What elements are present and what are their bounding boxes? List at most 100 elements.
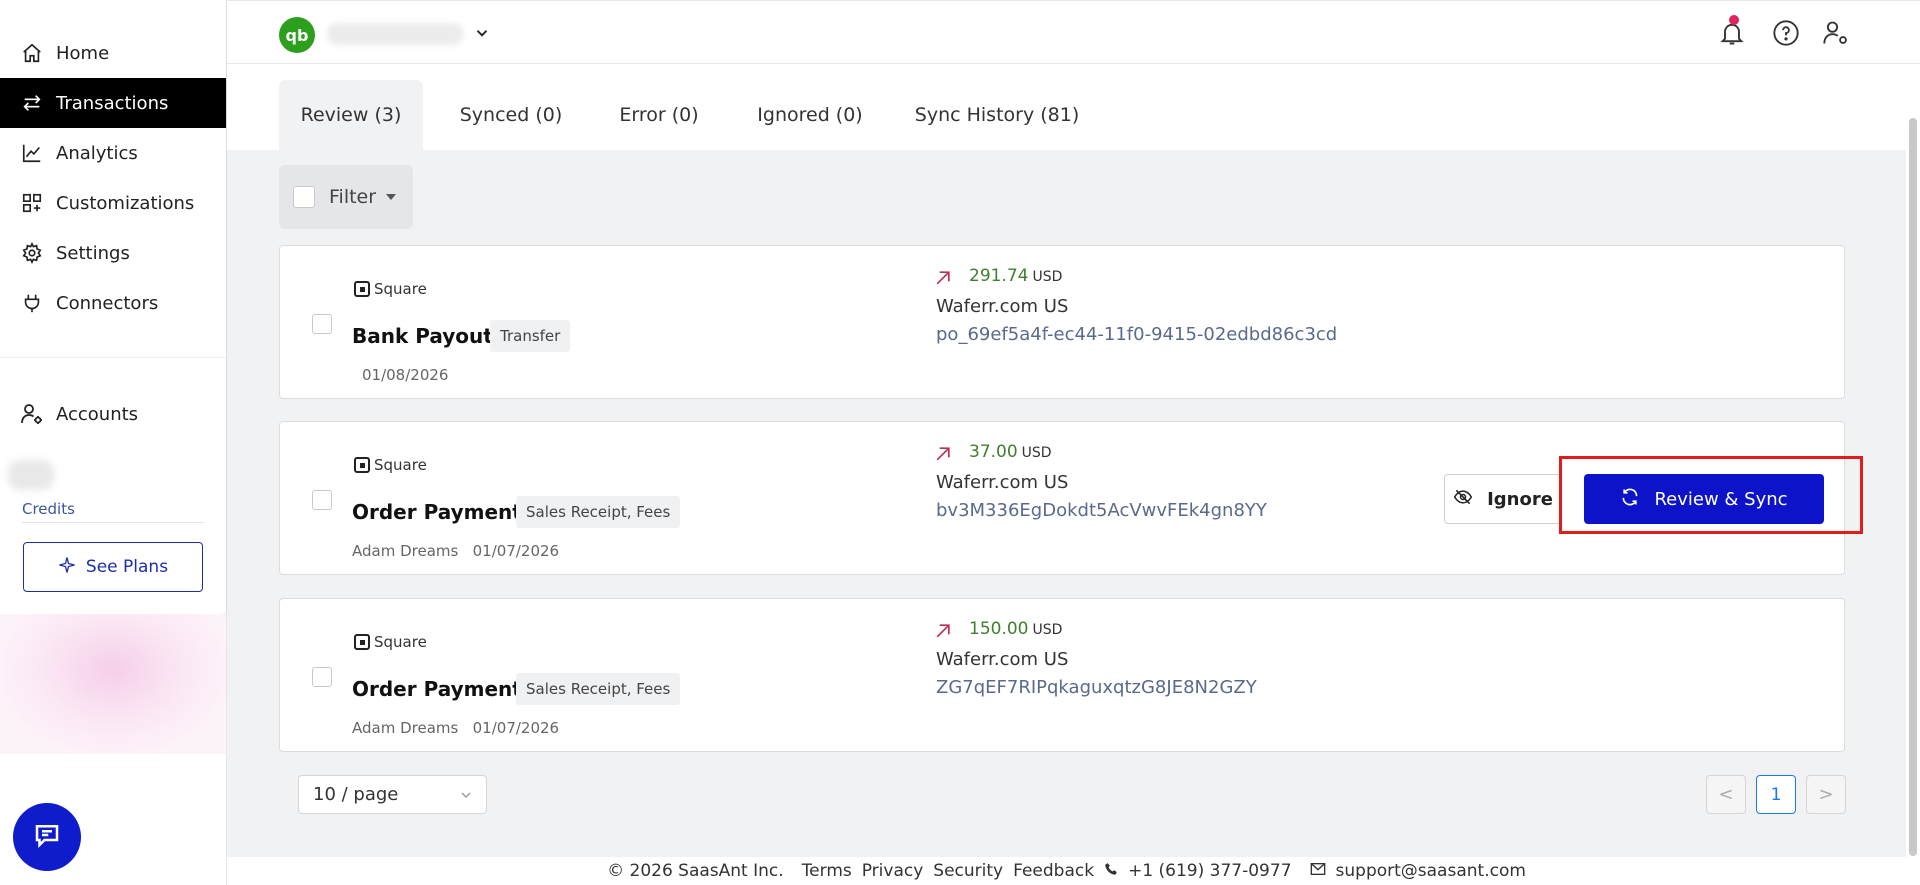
select-all-checkbox[interactable] [293,186,315,208]
transaction-tag: Sales Receipt, Fees [516,496,681,528]
phone-icon [1104,861,1118,881]
transaction-reference: bv3M336EgDokdt5AcVwvFEk4gn8YY [936,500,1267,521]
tab-error[interactable]: Error (0) [597,80,721,150]
sidebar-item-label: Analytics [56,142,138,164]
help-icon[interactable] [1768,15,1804,51]
sidebar: Home Transactions Analytics Customizatio… [0,0,227,885]
chat-icon [32,820,62,854]
tab-ignored[interactable]: Ignored (0) [735,80,885,150]
transaction-tag: Sales Receipt, Fees [516,673,681,705]
sidebar-divider [0,357,226,358]
top-header: qb [227,0,1920,64]
home-icon [20,41,44,65]
square-mark-icon [354,281,370,297]
transaction-amount: 150.00 USD [969,619,1063,639]
review-sync-button[interactable]: Review & Sync [1584,474,1824,524]
next-page-button[interactable]: > [1806,775,1846,814]
bell-icon[interactable] [1714,15,1750,51]
footer-link-privacy[interactable]: Privacy [862,861,924,881]
footer-link-security[interactable]: Security [933,861,1003,881]
transaction-title: Order Payment [352,677,522,701]
grid-plus-icon [20,191,44,215]
square-logo: Square [354,456,427,474]
filter-control[interactable]: Filter [279,165,413,229]
tab-sync-history[interactable]: Sync History (81) [897,80,1097,150]
user-gear-icon [20,402,44,426]
arrow-up-right-icon [933,621,953,641]
user-settings-icon[interactable] [1818,15,1854,51]
sidebar-item-settings[interactable]: Settings [0,228,226,278]
refresh-icon [1620,487,1640,512]
sidebar-item-customizations[interactable]: Customizations [0,178,226,228]
page-size-select[interactable]: 10 / page [298,775,487,814]
square-logo: Square [354,280,427,298]
blurred-avatar [8,460,54,490]
sidebar-item-analytics[interactable]: Analytics [0,128,226,178]
transaction-card: Square Order Payment Sales Receipt, Fees… [279,598,1845,752]
decorative-glow [0,614,226,754]
sidebar-panel: Home Transactions Analytics Customizatio… [0,0,226,614]
transaction-meta: Adam Dreams 01/07/2026 [352,719,559,737]
gear-icon [20,241,44,265]
transaction-card: Square Order Payment Sales Receipt, Fees… [279,421,1845,575]
merchant-name: Waferr.com US [936,649,1069,670]
notification-dot [1729,15,1739,25]
customer-name: Adam Dreams [352,542,459,560]
row-checkbox[interactable] [312,490,332,510]
transaction-amount: 291.74 USD [969,266,1063,286]
eye-off-icon [1453,487,1473,512]
prev-page-button[interactable]: < [1706,775,1746,814]
review-sync-label: Review & Sync [1654,488,1788,510]
row-checkbox[interactable] [312,314,332,334]
merchant-name: Waferr.com US [936,472,1069,493]
sidebar-item-transactions[interactable]: Transactions [0,78,226,128]
chart-line-icon [20,141,44,165]
sparkle-icon [58,556,76,579]
see-plans-button[interactable]: See Plans [23,542,203,592]
see-plans-label: See Plans [85,557,169,577]
arrows-icon [20,91,44,115]
transaction-meta: Adam Dreams 01/07/2026 [352,542,559,560]
footer-link-feedback[interactable]: Feedback [1013,861,1094,881]
scrollbar-thumb[interactable] [1909,118,1917,856]
sidebar-item-label: Connectors [56,292,159,314]
transaction-reference: ZG7qEF7RIPqkaguxqtzG8JE8N2GZY [936,677,1257,698]
transaction-date: 01/07/2026 [472,719,560,737]
sidebar-item-label: Settings [56,242,130,264]
tab-synced[interactable]: Synced (0) [441,80,581,150]
transaction-amount: 37.00 USD [969,442,1052,462]
sidebar-item-accounts[interactable]: Accounts [0,389,226,439]
support-email[interactable]: support@saasant.com [1336,861,1526,881]
chat-button[interactable] [13,803,81,871]
page-size-value: 10 / page [313,784,399,805]
plug-icon [20,291,44,315]
tab-review[interactable]: Review (3) [279,80,423,150]
sidebar-item-connectors[interactable]: Connectors [0,278,226,328]
ignore-button[interactable]: Ignore [1444,474,1562,524]
transaction-card: Square Bank Payout Transfer 01/08/2026 2… [279,245,1845,399]
sidebar-item-label: Customizations [56,192,195,214]
caret-down-icon [386,194,397,200]
sidebar-item-label: Home [56,42,110,64]
ignore-label: Ignore [1487,488,1553,510]
chevron-down-icon[interactable] [473,24,491,42]
transaction-title: Order Payment [352,500,522,524]
page-1-button[interactable]: 1 [1756,775,1796,814]
transaction-title: Bank Payout [352,324,493,348]
quickbooks-logo: qb [279,17,315,53]
sidebar-item-home[interactable]: Home [0,28,226,78]
filter-label: Filter [329,186,377,208]
sidebar-item-label: Transactions [56,92,169,114]
footer-link-terms[interactable]: Terms [802,861,852,881]
credits-divider [22,522,204,523]
footer: © 2026 SaasAnt Inc. Terms Privacy Securi… [227,857,1906,885]
copyright: © 2026 SaasAnt Inc. [607,861,784,881]
square-logo: Square [354,633,427,651]
company-name-blurred [327,23,463,45]
transaction-date: 01/08/2026 [362,366,449,384]
transaction-date: 01/07/2026 [472,542,560,560]
arrow-up-right-icon [933,268,953,288]
merchant-name: Waferr.com US [936,296,1069,317]
transaction-tag: Transfer [490,320,571,352]
row-checkbox[interactable] [312,667,332,687]
